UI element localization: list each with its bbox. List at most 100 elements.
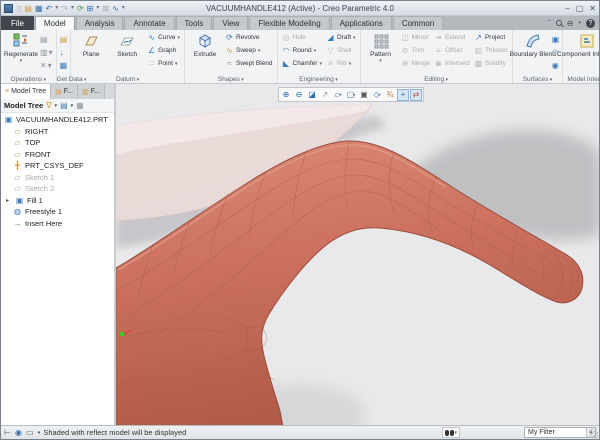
repaint-icon[interactable]: ↗ (319, 89, 331, 101)
tab-annotate[interactable]: Annotate (124, 16, 175, 30)
new-icon[interactable]: ▯ (17, 4, 21, 13)
tree-item-top[interactable]: ▱ TOP (1, 137, 114, 149)
redo-dropdown-icon[interactable]: ▾ (71, 4, 74, 13)
minimize-button[interactable]: – (565, 4, 569, 13)
component-interface-button[interactable]: Component Interface (557, 31, 599, 58)
windows-dropdown-icon[interactable]: ▾ (96, 4, 99, 13)
project-button[interactable]: ↗ Project (472, 31, 510, 44)
regenerate-quick-icon[interactable]: ⟳ (77, 4, 84, 13)
group-label-surfaces[interactable]: Surfaces (513, 76, 563, 83)
annotation-display-icon[interactable]: ¾ (384, 89, 396, 101)
group-label-engineering[interactable]: Engineering (278, 76, 360, 83)
zoom-in-icon[interactable]: ⊕ (280, 89, 292, 101)
pattern-button[interactable]: Pattern ▾ (363, 31, 399, 65)
browser-toggle-icon[interactable]: ◉ (15, 428, 22, 437)
session-icon[interactable]: ▦ (59, 59, 69, 71)
tree-columns-icon[interactable]: ▤ (60, 101, 68, 110)
tab-common[interactable]: Common (392, 16, 444, 30)
tree-item-sketch1[interactable]: ▱ Sketch 1 (1, 172, 114, 184)
revolve-button[interactable]: ⟳ Revolve (223, 31, 275, 44)
regenerate-button[interactable]: Regenerate ▾ (3, 31, 39, 65)
chamfer-button[interactable]: ◣ Chamfer ▾ (280, 57, 324, 70)
fill-surface-icon[interactable]: ▣ (551, 33, 561, 45)
tab-model-tree[interactable]: ≡ Model Tree (1, 84, 52, 99)
swept-blend-button[interactable]: ≈ Swept Blend (223, 57, 275, 70)
undo-dropdown-icon[interactable]: ▾ (55, 4, 58, 13)
help-icon[interactable]: ? (586, 18, 595, 28)
resize-grip[interactable] (589, 429, 598, 438)
tree-item-csys[interactable]: ╋ PRT_CSYS_DEF (1, 160, 114, 172)
tab-view[interactable]: View (213, 16, 249, 30)
customize-qat-icon[interactable]: ▾ (122, 4, 125, 13)
tree-item-freestyle1[interactable]: ◍ Freestyle 1 (1, 206, 114, 218)
view-manager-icon[interactable]: ▣ (358, 89, 370, 101)
switch-windows-icon[interactable]: ⊖ (567, 19, 574, 28)
tree-item-part[interactable]: ▣ VACUUMHANDLE412.PRT (1, 114, 114, 126)
datum-display-icon[interactable]: ◇ ▾ (371, 89, 383, 101)
tab-file[interactable]: File (1, 16, 34, 30)
tree-item-sketch2[interactable]: ▱ Sketch 2 (1, 183, 114, 195)
close-window-icon[interactable]: ⊠ (102, 4, 109, 13)
tab-model[interactable]: Model (34, 16, 75, 30)
extrude-button[interactable]: Extrude (187, 31, 223, 58)
group-label-get-data[interactable]: Get Data (57, 76, 83, 83)
orientation-mode-icon[interactable]: ⇄ (410, 88, 422, 101)
tree-item-fill1[interactable]: ▸ ▣ Fill 1 (1, 195, 114, 207)
redo-icon[interactable]: ↷ (61, 4, 68, 13)
import-icon[interactable]: ▤ (59, 33, 69, 45)
search-icon[interactable] (555, 20, 562, 26)
zoom-out-icon[interactable]: ⊖ (293, 89, 305, 101)
group-label-shapes[interactable]: Shapes (185, 76, 277, 83)
3d-viewport[interactable]: ⊕ ⊖ ◪ ↗ ▱ ▾ ▢ ▾ ▣ ◇ ▾ ¾ + ⇄ (116, 84, 599, 425)
tab-analysis[interactable]: Analysis (75, 16, 124, 30)
curve-button[interactable]: ∿ Curve ▾ (145, 31, 182, 44)
round-button[interactable]: ◠ Round ▾ (280, 44, 324, 57)
windows-icon[interactable]: ⊞ (87, 4, 94, 13)
minimize-ribbon-icon[interactable]: ˆ (548, 19, 551, 28)
group-label-datum[interactable]: Datum (71, 76, 184, 83)
boundary-blend-button[interactable]: Boundary Blend (510, 31, 556, 58)
sketch-button[interactable]: Sketch (109, 31, 145, 58)
tree-filters-icon[interactable]: ∇ (46, 101, 51, 110)
tab-flexible-modeling[interactable]: Flexible Modeling (249, 16, 330, 30)
group-label-model-intent[interactable]: Model Intent (563, 76, 599, 83)
tree-item-right[interactable]: ▱ RIGHT (1, 126, 114, 138)
spin-center-icon[interactable]: + (397, 88, 409, 101)
draft-button[interactable]: ◢ Draft ▾ (324, 31, 358, 44)
find-dropdown-icon[interactable]: ▾ (454, 430, 457, 436)
refit-icon[interactable]: ◪ (306, 89, 318, 101)
tree-filters-dropdown-icon[interactable]: ▾ (55, 103, 58, 109)
maximize-button[interactable]: ▢ (576, 4, 584, 13)
undo-icon[interactable]: ↶ (46, 4, 53, 13)
group-label-operations[interactable]: Operations (1, 76, 56, 83)
point-button[interactable]: ∷ Point ▾ (145, 57, 182, 70)
tab-favorites[interactable]: ▥ F... (78, 84, 106, 99)
sweep-button[interactable]: ∿ Sweep ▾ (223, 44, 275, 57)
tab-tools[interactable]: Tools (175, 16, 213, 30)
fullscreen-toggle-icon[interactable]: ▭ (26, 428, 34, 437)
tab-applications[interactable]: Applications (330, 16, 392, 30)
save-icon[interactable]: ▦ (35, 4, 43, 13)
tree-item-insert-here[interactable]: → Insert Here (1, 218, 114, 230)
graph-button[interactable]: ∠ Graph (145, 44, 182, 57)
plane-button[interactable]: Plane (73, 31, 109, 58)
tree-columns-dropdown-icon[interactable]: ▾ (71, 103, 74, 109)
graph-tool-icon[interactable]: ∿ (112, 4, 119, 13)
open-icon[interactable]: ▤ (24, 4, 32, 13)
status-bar: ⊢ ◉ ▭ • Shaded with reflect model will b… (1, 425, 599, 439)
close-button[interactable]: ✕ (589, 4, 596, 13)
saved-orientations-icon[interactable]: ▢ ▾ (345, 89, 357, 101)
expand-arrow-icon[interactable]: ▸ (6, 197, 12, 204)
filter-combobox[interactable]: My Filter ▾ (524, 427, 596, 438)
group-label-editing[interactable]: Editing (361, 76, 512, 83)
display-style-icon[interactable]: ▱ ▾ (332, 89, 344, 101)
find-button[interactable]: ▾ (442, 427, 460, 438)
tree-item-front[interactable]: ▱ FRONT (1, 149, 114, 161)
app-icon[interactable] (4, 3, 13, 13)
tab-folder-browser[interactable]: ▤ F... (51, 84, 79, 99)
toggle-tree-icon[interactable]: ⊢ (4, 428, 11, 437)
model-canvas[interactable] (116, 84, 599, 425)
switch-dropdown-icon[interactable]: ▾ (578, 20, 581, 26)
receive-icon[interactable]: ↓ (59, 46, 69, 58)
style-surface-icon[interactable]: ◉ (551, 59, 561, 71)
